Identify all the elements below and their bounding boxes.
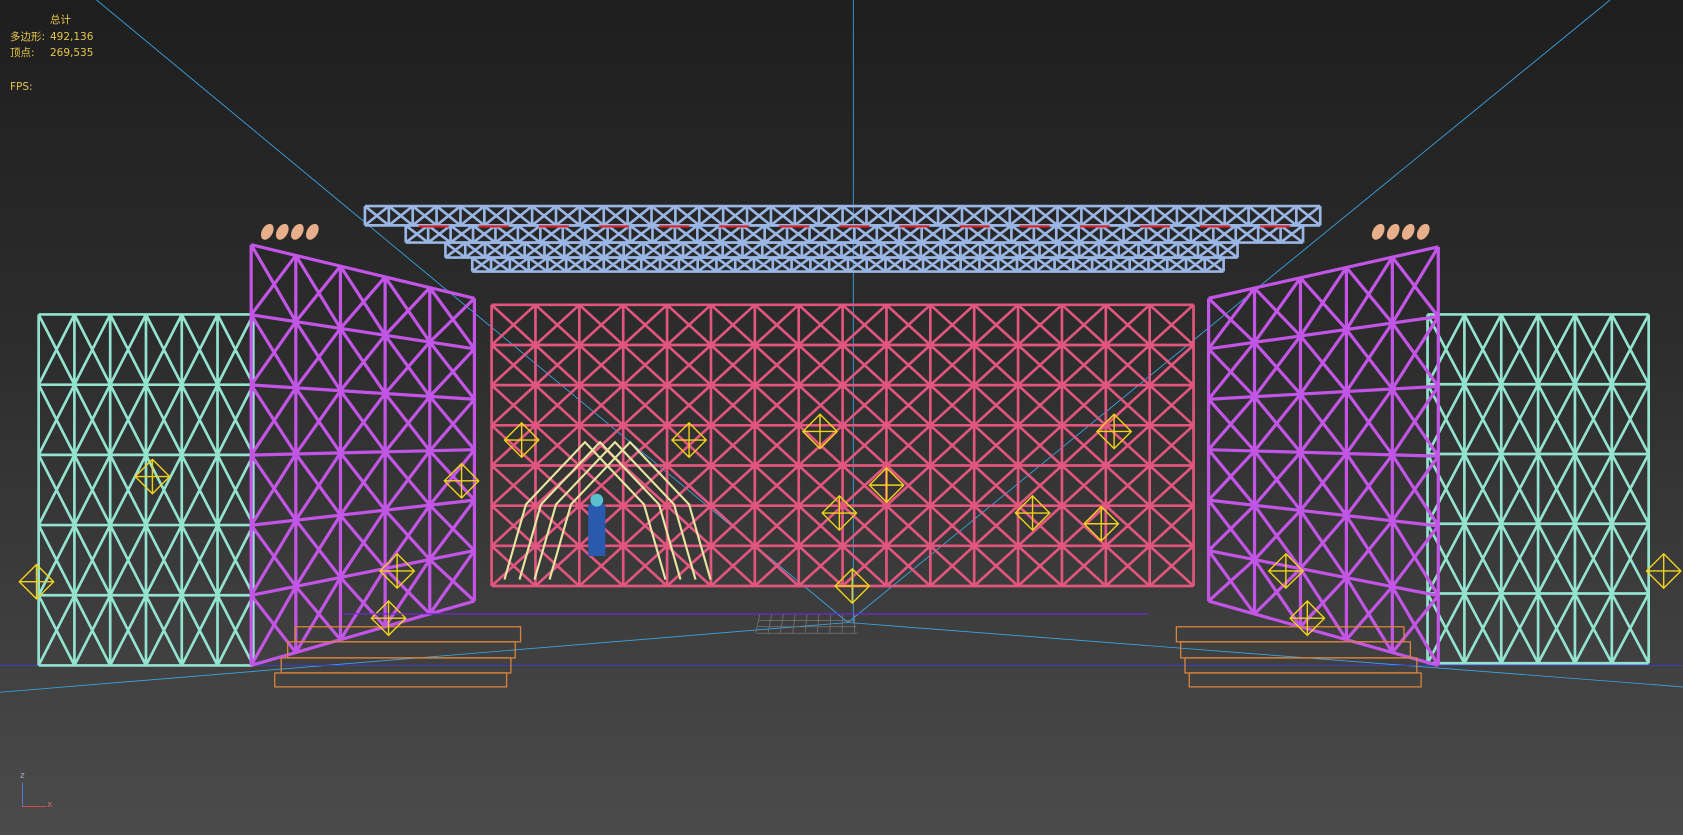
- z-axis-label: z: [20, 771, 25, 781]
- spotlight-fixture-icon: [1416, 223, 1430, 240]
- spotlight-fixture-icon: [275, 223, 289, 240]
- stage-light-icon: [821, 494, 858, 532]
- right-outer-truss: [1426, 313, 1650, 665]
- spotlight-fixture-icon: [1386, 223, 1400, 240]
- x-axis-label: x: [47, 800, 53, 810]
- polygons-label: 多边形:: [10, 31, 46, 43]
- top-truss: [470, 256, 1225, 273]
- left-outer-truss: [37, 313, 255, 667]
- z-axis-line: [22, 783, 23, 807]
- stage-light-icon: [18, 563, 55, 600]
- spotlight-fixture-icon: [290, 223, 304, 240]
- stage-trusses: [37, 204, 1650, 667]
- floor-grid: [755, 613, 858, 634]
- stage-light-icon: [670, 421, 708, 459]
- viewport-scene[interactable]: [0, 0, 1683, 835]
- stage-light-icon: [801, 413, 839, 450]
- top-truss: [404, 224, 1305, 244]
- spotlight-fixture-icon: [1371, 223, 1385, 240]
- polygons-value: 492,136: [50, 31, 94, 43]
- left-side-truss: [249, 243, 477, 667]
- vertices-value: 269,535: [50, 47, 94, 59]
- top-truss: [444, 241, 1239, 259]
- spotlight-fixture-icon: [306, 223, 319, 240]
- spotlight-fixture-icon: [260, 223, 274, 240]
- fps-label: FPS:: [10, 81, 33, 93]
- stage-platform: [1175, 626, 1405, 643]
- stage-light-icon: [834, 567, 871, 605]
- x-axis-line: [22, 806, 46, 807]
- stage-light-icon: [868, 466, 905, 504]
- right-side-truss: [1206, 245, 1440, 667]
- performer-figure: [588, 504, 606, 556]
- vertices-label: 顶点:: [10, 47, 35, 59]
- stage-platform: [1180, 641, 1412, 659]
- axis-gizmo: z x: [18, 771, 58, 811]
- stage-platform: [1188, 672, 1422, 688]
- performer-head: [590, 493, 604, 507]
- stage-platform: [274, 672, 508, 688]
- stats-header: 总计: [50, 14, 71, 26]
- top-truss: [363, 204, 1322, 227]
- spotlight-fixture-icon: [1401, 223, 1415, 240]
- stage-platform: [294, 626, 522, 643]
- stage-light-icon: [1645, 552, 1682, 590]
- stage-light-icon: [1014, 494, 1051, 532]
- stage-light-icon: [1267, 552, 1305, 590]
